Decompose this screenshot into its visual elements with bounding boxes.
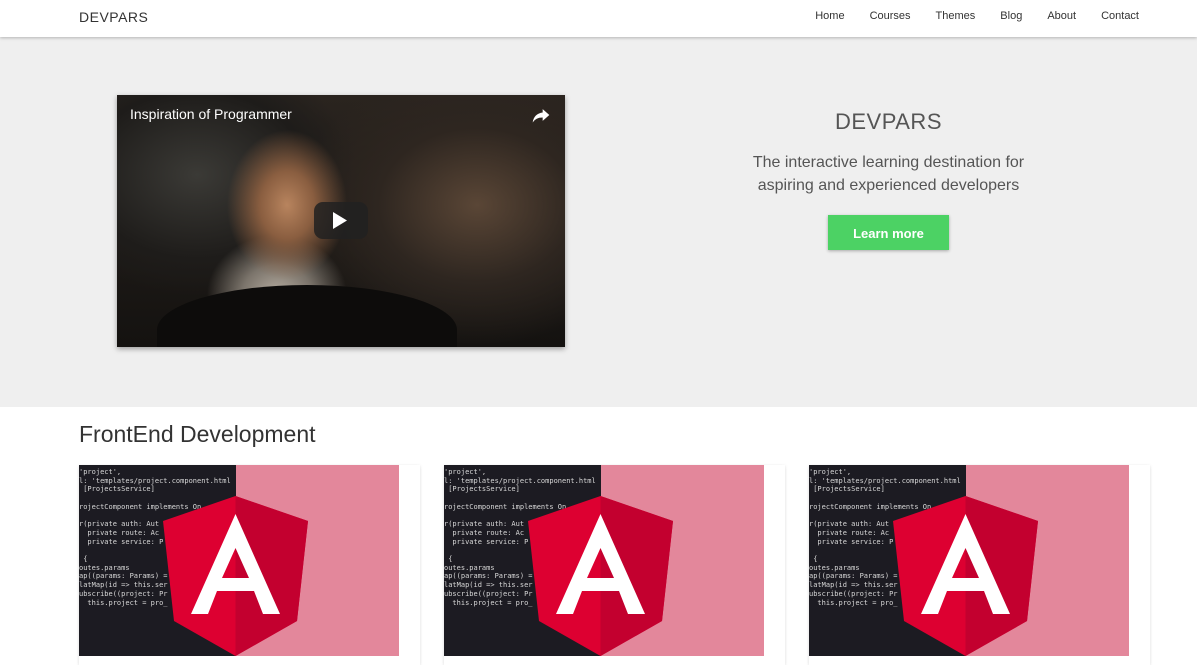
- nav-link-courses[interactable]: Courses: [870, 10, 911, 22]
- hero-subtitle-line1: The interactive learning destination for: [752, 154, 1025, 171]
- section-title: FrontEnd Development: [79, 421, 316, 447]
- code-line: [ProjectsService]: [79, 485, 155, 494]
- nav-link-contact[interactable]: Contact: [1101, 10, 1139, 22]
- top-navbar: DEVPARS Home Courses Themes Blog About C…: [0, 0, 1197, 37]
- nav-link-themes[interactable]: Themes: [936, 10, 976, 22]
- course-card[interactable]: 'project', l: 'templates/project.componen…: [809, 465, 1150, 665]
- play-button[interactable]: [314, 202, 368, 239]
- hero-section: Inspiration of Programmer DEVPARS The in…: [0, 37, 1197, 407]
- learn-more-button[interactable]: Learn more: [828, 215, 949, 250]
- play-icon: [333, 212, 347, 229]
- hero-title: DEVPARS: [834, 109, 942, 134]
- angular-logo-icon: [163, 496, 308, 656]
- hero-subtitle: The interactive learning destination for…: [680, 151, 1097, 197]
- angular-logo-icon: [893, 496, 1038, 656]
- course-card-image: 'project', l: 'templates/project.componen…: [444, 465, 764, 656]
- share-icon[interactable]: [531, 105, 551, 125]
- course-cards: 'project', l: 'templates/project.componen…: [79, 465, 1151, 665]
- video-player[interactable]: Inspiration of Programmer: [117, 95, 565, 347]
- nav-link-blog[interactable]: Blog: [1000, 10, 1022, 22]
- hero-subtitle-line2: aspiring and experienced developers: [757, 177, 1020, 194]
- brand-logo-text[interactable]: DEVPARS: [79, 9, 148, 25]
- code-line: l: 'templates/project.component.html: [809, 476, 961, 485]
- nav-link-home[interactable]: Home: [815, 10, 844, 22]
- nav-links: Home Courses Themes Blog About Contact: [790, 10, 1139, 22]
- nav-link-about[interactable]: About: [1047, 10, 1076, 22]
- code-line: 'project',: [79, 468, 122, 476]
- code-line: 'project',: [809, 468, 852, 476]
- code-line: 'project',: [444, 468, 487, 476]
- course-card[interactable]: 'project', l: 'templates/project.componen…: [79, 465, 420, 665]
- angular-logo-icon: [528, 496, 673, 656]
- code-line: [ProjectsService]: [444, 485, 520, 494]
- code-line: l: 'templates/project.component.html: [444, 476, 596, 485]
- video-title[interactable]: Inspiration of Programmer: [130, 106, 292, 122]
- code-line: [ProjectsService]: [809, 485, 885, 494]
- code-line: l: 'templates/project.component.html: [79, 476, 231, 485]
- hero-text: DEVPARS The interactive learning destina…: [680, 109, 1097, 250]
- course-card[interactable]: 'project', l: 'templates/project.componen…: [444, 465, 785, 665]
- course-card-image: 'project', l: 'templates/project.componen…: [79, 465, 399, 656]
- course-card-image: 'project', l: 'templates/project.componen…: [809, 465, 1129, 656]
